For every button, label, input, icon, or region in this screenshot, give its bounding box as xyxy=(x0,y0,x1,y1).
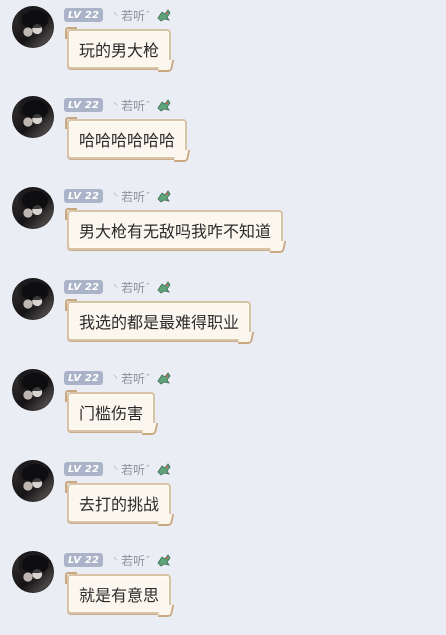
message-row: LV 22 ⸌ 若听 ″ 门槛伤害 xyxy=(0,363,446,453)
level-badge: LV 22 xyxy=(64,189,104,203)
sender-name[interactable]: 若听 xyxy=(121,188,145,205)
sender-name[interactable]: 若听 xyxy=(121,370,145,387)
sender-meta: LV 22 ⸌ 若听 ″ xyxy=(64,279,172,295)
sender-meta: LV 22 ⸌ 若听 ″ xyxy=(64,188,172,204)
wing-icon: ⸌ xyxy=(113,556,119,567)
sender-name[interactable]: 若听 xyxy=(121,7,145,24)
level-badge: LV 22 xyxy=(64,280,104,294)
sender-meta: LV 22 ⸌ 若听 ″ xyxy=(64,552,172,568)
message-bubble[interactable]: 去打的挑战 xyxy=(64,481,172,523)
sender-name[interactable]: 若听 xyxy=(121,279,145,296)
sender-name[interactable]: 若听 xyxy=(121,552,145,569)
level-badge: LV 22 xyxy=(64,462,104,476)
avatar[interactable] xyxy=(12,551,54,593)
avatar[interactable] xyxy=(12,460,54,502)
level-badge: LV 22 xyxy=(64,553,104,567)
name-suffix: ″ xyxy=(146,372,150,384)
wing-icon: ⸌ xyxy=(113,374,119,385)
wing-icon: ⸌ xyxy=(113,192,119,203)
level-badge: LV 22 xyxy=(64,8,104,22)
dragon-pet-icon xyxy=(156,371,172,385)
dragon-pet-icon xyxy=(156,98,172,112)
dragon-pet-icon xyxy=(156,462,172,476)
message-bubble[interactable]: 就是有意思 xyxy=(64,572,172,614)
name-suffix: ″ xyxy=(146,281,150,293)
wing-icon: ⸌ xyxy=(113,465,119,476)
message-row: LV 22 ⸌ 若听 ″ 我选的都是最难得职业 xyxy=(0,272,446,362)
message-bubble[interactable]: 门槛伤害 xyxy=(64,390,156,432)
sender-name[interactable]: 若听 xyxy=(121,461,145,478)
name-suffix: ″ xyxy=(146,9,150,21)
sender-meta: LV 22 ⸌ 若听 ″ xyxy=(64,461,172,477)
avatar[interactable] xyxy=(12,6,54,48)
message-row: LV 22 ⸌ 若听 ″ 哈哈哈哈哈哈 xyxy=(0,90,446,180)
message-bubble[interactable]: 我选的都是最难得职业 xyxy=(64,299,252,341)
wing-icon: ⸌ xyxy=(113,283,119,294)
message-row: LV 22 ⸌ 若听 ″ 就是有意思 xyxy=(0,545,446,635)
level-badge: LV 22 xyxy=(64,371,104,385)
wing-icon: ⸌ xyxy=(113,11,119,22)
avatar[interactable] xyxy=(12,278,54,320)
chat-feed: LV 22 ⸌ 若听 ″ 玩的男大枪 LV 22 ⸌ 若听 ″ 哈哈哈哈哈哈 L… xyxy=(0,0,446,624)
message-bubble[interactable]: 男大枪有无敌吗我咋不知道 xyxy=(64,208,284,250)
name-suffix: ″ xyxy=(146,554,150,566)
level-badge: LV 22 xyxy=(64,98,104,112)
message-row: LV 22 ⸌ 若听 ″ 玩的男大枪 xyxy=(0,0,446,90)
dragon-pet-icon xyxy=(156,189,172,203)
name-suffix: ″ xyxy=(146,99,150,111)
sender-meta: LV 22 ⸌ 若听 ″ xyxy=(64,97,172,113)
avatar[interactable] xyxy=(12,96,54,138)
message-bubble[interactable]: 哈哈哈哈哈哈 xyxy=(64,117,188,159)
name-suffix: ″ xyxy=(146,463,150,475)
dragon-pet-icon xyxy=(156,280,172,294)
sender-meta: LV 22 ⸌ 若听 ″ xyxy=(64,370,172,386)
message-row: LV 22 ⸌ 若听 ″ 去打的挑战 xyxy=(0,454,446,544)
wing-icon: ⸌ xyxy=(113,101,119,112)
message-row: LV 22 ⸌ 若听 ″ 男大枪有无敌吗我咋不知道 xyxy=(0,181,446,271)
dragon-pet-icon xyxy=(156,8,172,22)
sender-meta: LV 22 ⸌ 若听 ″ xyxy=(64,7,172,23)
avatar[interactable] xyxy=(12,187,54,229)
dragon-pet-icon xyxy=(156,553,172,567)
avatar[interactable] xyxy=(12,369,54,411)
name-suffix: ″ xyxy=(146,190,150,202)
sender-name[interactable]: 若听 xyxy=(121,97,145,114)
message-bubble[interactable]: 玩的男大枪 xyxy=(64,27,172,69)
